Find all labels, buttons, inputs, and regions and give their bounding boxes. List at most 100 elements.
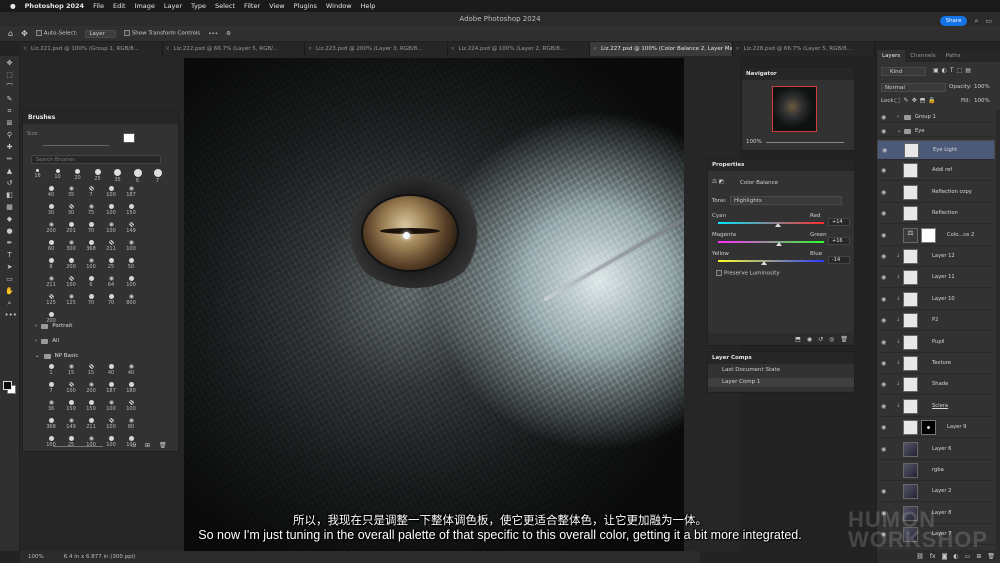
menu-type[interactable]: Type — [191, 2, 206, 10]
layer-mask-thumbnail[interactable] — [921, 227, 936, 243]
navigator-zoom-slider[interactable] — [766, 142, 844, 143]
layer-thumbnail[interactable] — [903, 334, 918, 350]
layer-group-row[interactable]: ◉ › Group 1 — [877, 112, 995, 123]
reset-icon[interactable]: ↺ — [818, 336, 823, 343]
close-tab-icon[interactable]: × — [593, 42, 597, 56]
blur-tool-icon[interactable]: ◆ — [5, 215, 15, 224]
slider-handle[interactable] — [775, 223, 782, 227]
link-layers-icon[interactable]: ⛓ — [916, 553, 924, 560]
view-previous-icon[interactable]: ◉ — [807, 336, 812, 343]
brush-preset[interactable]: 100 — [121, 240, 141, 252]
layers-scrollbar[interactable] — [996, 110, 1000, 550]
layer-row[interactable]: ◉ ↓ P2 — [877, 311, 995, 332]
document-tab[interactable]: × Liz.227.psd @ 100% (Color Balance 2, La… — [590, 42, 733, 56]
brush-preset[interactable]: 100 — [61, 276, 81, 288]
layer-row[interactable]: ◉ Layer 9 — [877, 418, 995, 439]
brush-preset[interactable]: 60 — [41, 240, 61, 252]
brush-preset[interactable]: 150 — [81, 400, 101, 412]
brush-preset[interactable]: 100 — [101, 222, 121, 234]
brush-preset[interactable]: 100 — [101, 436, 121, 448]
fill-value[interactable]: 100% — [974, 98, 990, 104]
color-balance-slider[interactable] — [718, 241, 824, 243]
preserve-luminosity-checkbox[interactable]: Preserve Luminosity — [716, 270, 780, 277]
brush-preset[interactable]: 80 — [121, 418, 141, 430]
brush-preset[interactable]: 6 — [131, 169, 144, 184]
close-tab-icon[interactable]: × — [23, 42, 27, 56]
brush-preset[interactable]: 7 — [81, 186, 101, 198]
new-layer-icon[interactable]: ⊞ — [976, 553, 981, 560]
close-tab-icon[interactable]: × — [451, 42, 455, 56]
layer-thumbnail[interactable] — [903, 420, 918, 436]
layer-mask-thumbnail[interactable] — [921, 420, 936, 436]
more-options-icon[interactable]: ••• — [208, 31, 218, 37]
history-brush-icon[interactable]: ↺ — [5, 179, 15, 188]
menu-help[interactable]: Help — [361, 2, 376, 10]
layer-row[interactable]: ◉ ↓ Layer 10 — [877, 290, 995, 310]
brush-preset[interactable]: 16 — [31, 169, 44, 184]
layer-row[interactable]: ◉ ↓ Pupil — [877, 333, 995, 353]
brush-preset[interactable]: 800 — [121, 294, 141, 306]
brush-preset[interactable]: 15 — [81, 364, 101, 376]
new-group-icon[interactable]: ▭ — [965, 553, 971, 560]
stamp-tool-icon[interactable]: ▲ — [5, 167, 15, 176]
tab-channels[interactable]: Channels — [905, 50, 940, 62]
brush-preset[interactable]: 100 — [101, 400, 121, 412]
brush-preset[interactable]: 100 — [121, 400, 141, 412]
brush-preset[interactable]: 211 — [81, 418, 101, 430]
brush-preset[interactable]: 200 — [81, 382, 101, 394]
brush-preset[interactable]: 150 — [61, 400, 81, 412]
document-tab[interactable]: × Liz.228.psd @ 66.7% (Layer 5, RGB/8... — [733, 42, 875, 56]
brush-preview-slider[interactable] — [53, 446, 103, 447]
brush-preset[interactable]: 100 — [81, 258, 101, 270]
layer-row[interactable]: ◉ Reflection copy — [877, 183, 995, 203]
new-folder-icon[interactable]: ▭ — [131, 442, 137, 449]
brush-preset[interactable]: 70 — [101, 294, 121, 306]
visibility-eye-icon[interactable]: ◉ — [881, 210, 886, 217]
brush-preset[interactable]: 25 — [91, 169, 104, 184]
menu-image[interactable]: Image — [135, 2, 155, 10]
move-tool-icon[interactable]: ✥ — [21, 29, 28, 38]
pen-tool-icon[interactable]: ✒ — [5, 239, 15, 248]
visibility-eye-icon[interactable]: ◉ — [881, 128, 886, 135]
menu-filter[interactable]: Filter — [244, 2, 260, 10]
layer-thumbnail[interactable] — [903, 184, 918, 200]
brush-preset[interactable]: 1 — [41, 364, 61, 376]
brush-preset[interactable]: 30 — [61, 204, 81, 216]
clip-to-layer-icon[interactable]: ⬒ — [795, 336, 801, 343]
brush-preset[interactable]: 8 — [41, 258, 61, 270]
visibility-eye-icon[interactable]: ◉ — [881, 296, 886, 303]
healing-tool-icon[interactable]: ✚ — [5, 143, 15, 152]
brush-search-input[interactable]: Search Brushes — [31, 155, 161, 164]
visibility-eye-icon[interactable]: ◉ — [881, 424, 886, 431]
brush-preset[interactable]: 100 — [61, 382, 81, 394]
visibility-eye-icon[interactable]: ◉ — [881, 114, 886, 121]
menu-view[interactable]: View — [269, 2, 284, 10]
brush-preset[interactable]: 211 — [101, 240, 121, 252]
brush-preset[interactable]: 368 — [41, 418, 61, 430]
brush-tool-icon[interactable]: ✏ — [5, 155, 15, 164]
adjustment-layer-icon[interactable]: ◐ — [953, 553, 958, 560]
share-button[interactable]: Share — [939, 16, 968, 26]
visibility-eye-icon[interactable]: ◉ — [881, 381, 886, 388]
close-tab-icon[interactable]: × — [166, 42, 170, 56]
auto-select-toggle[interactable]: Auto-Select: — [35, 30, 77, 37]
brush-preset[interactable]: 180 — [121, 382, 141, 394]
visibility-icon[interactable]: ◎ — [829, 336, 834, 343]
layer-thumbnail[interactable] — [903, 270, 918, 286]
transform-controls-toggle[interactable]: Show Transform Controls — [123, 30, 200, 37]
layer-thumbnail[interactable] — [903, 463, 918, 478]
visibility-eye-icon[interactable]: ◉ — [881, 317, 886, 324]
brush-preset[interactable]: 35 — [61, 186, 81, 198]
layer-comp-last-state[interactable]: Last Document State — [708, 366, 854, 375]
brush-preset[interactable]: 30 — [41, 204, 61, 216]
eraser-tool-icon[interactable]: ◧ — [5, 191, 15, 200]
color-balance-slider[interactable] — [718, 260, 824, 262]
layer-thumbnail[interactable] — [903, 163, 918, 179]
slider-handle[interactable] — [776, 242, 783, 246]
brush-preset[interactable]: 36 — [41, 400, 61, 412]
brush-preset[interactable]: 149 — [121, 222, 141, 234]
brush-preset[interactable]: 40 — [121, 364, 141, 376]
brush-preset[interactable]: 25 — [101, 258, 121, 270]
layer-thumbnail[interactable] — [903, 441, 918, 457]
brush-preset[interactable]: 150 — [121, 204, 141, 216]
